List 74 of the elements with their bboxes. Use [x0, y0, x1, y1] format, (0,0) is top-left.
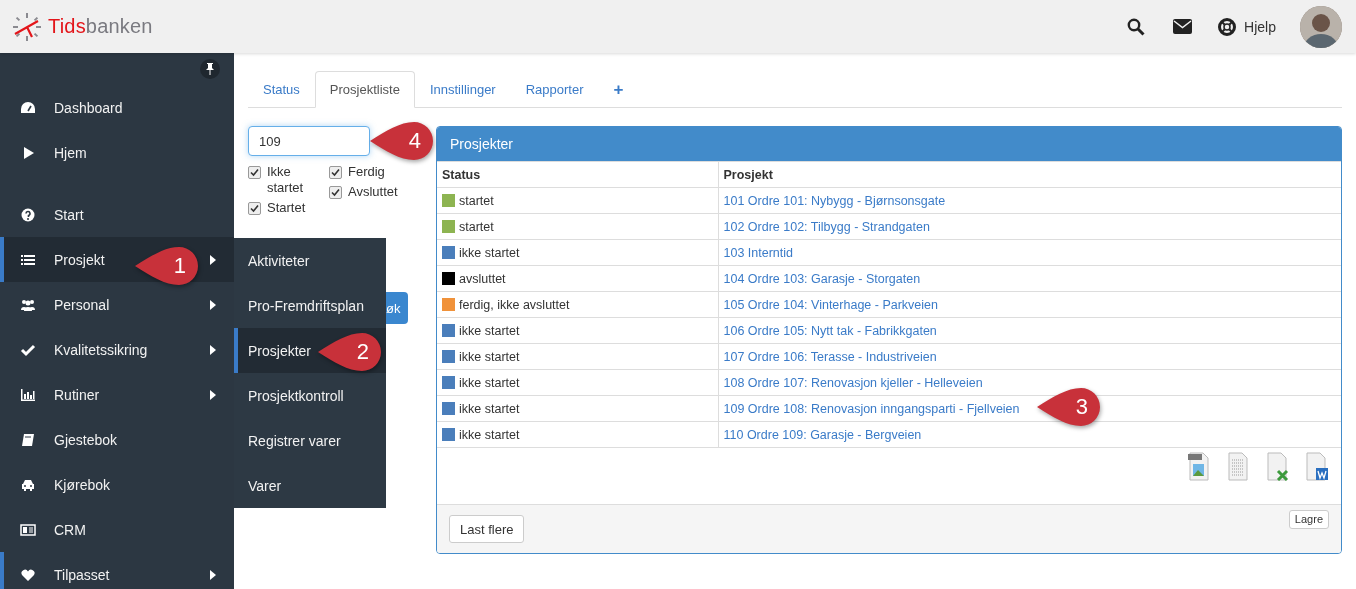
spreadsheet-file-icon[interactable] [1265, 452, 1290, 481]
status-text: ferdig, ikke avsluttet [459, 297, 570, 312]
status-text: ikke startet [459, 401, 520, 416]
sidebar-item[interactable]: Tilpasset [0, 552, 234, 589]
bar-chart-icon [20, 386, 36, 403]
search-icon[interactable] [1127, 17, 1146, 36]
checkbox[interactable] [248, 166, 261, 179]
tab[interactable]: Status [248, 71, 315, 108]
submenu-item[interactable]: Varer [234, 463, 386, 508]
sidebar-item[interactable]: Kjørebok [0, 462, 234, 507]
project-link[interactable]: 101 Ordre 101: Nybygg - Bjørnsonsgate [723, 193, 946, 208]
callout-badge: 1 [135, 246, 199, 286]
tab[interactable]: + [598, 71, 639, 108]
sidebar-item[interactable]: Start [0, 192, 234, 237]
image-file-icon[interactable] [1187, 452, 1212, 481]
tab[interactable]: Innstillinger [414, 71, 511, 108]
load-more-button[interactable]: Last flere [449, 515, 525, 543]
checkbox-label: Avsluttet [348, 184, 399, 200]
checkbox[interactable] [329, 166, 342, 179]
status-text: ikke startet [459, 349, 520, 364]
tab[interactable]: Prosjektliste [314, 71, 415, 108]
clock-logo-icon [12, 11, 42, 42]
callout-badge: 4 [370, 121, 434, 161]
mail-icon[interactable] [1173, 19, 1193, 34]
sidebar-item[interactable]: Hjem [0, 130, 234, 175]
project-link[interactable]: 106 Ordre 105: Nytt tak - Fabrikkgaten [723, 323, 937, 338]
sidebar-item[interactable]: CRM [0, 507, 234, 552]
checkbox[interactable] [248, 202, 261, 215]
sidebar-item[interactable]: Gjestebok [0, 417, 234, 462]
search-button[interactable]: øk [386, 292, 408, 324]
status-text: ikke startet [459, 375, 520, 390]
lifebuoy-icon [1218, 17, 1237, 36]
pin-icon [205, 63, 215, 75]
book-icon [20, 431, 36, 448]
project-link[interactable]: 110 Ordre 109: Garasje - Bergveien [723, 427, 922, 442]
dashboard-icon [20, 99, 36, 116]
project-link[interactable]: 107 Ordre 106: Terasse - Industriveien [723, 349, 937, 364]
status-text: startet [459, 219, 494, 234]
status-text: ikke startet [459, 323, 520, 338]
word-document-icon[interactable] [1304, 452, 1329, 481]
callout-badge: 2 [318, 332, 382, 372]
checkbox-label: Ikke startet [267, 164, 305, 196]
status-text: ikke startet [459, 245, 520, 260]
sidebar-item[interactable]: Kvalitetssikring [0, 327, 234, 372]
logo-text: Tidsbanken [48, 15, 153, 38]
status-text: startet [459, 193, 494, 208]
id-card-icon [20, 521, 36, 538]
save-button[interactable]: Lagre [1288, 509, 1329, 529]
tab[interactable]: Rapporter [510, 71, 599, 108]
submenu-item[interactable]: Aktiviteter [234, 238, 386, 283]
help-button[interactable]: Hjelp [1218, 17, 1276, 36]
help-icon [20, 206, 36, 223]
status-text: ikke startet [459, 427, 520, 442]
search-field[interactable]: 109 [248, 126, 370, 156]
project-link[interactable]: 103 Interntid [723, 245, 793, 260]
submenu-item[interactable]: Pro-Fremdriftsplan [234, 283, 386, 328]
column-header: Status [437, 161, 718, 188]
checkbox-label: Startet [267, 200, 307, 216]
project-link[interactable]: 104 Ordre 103: Garasje - Storgaten [723, 271, 921, 286]
checkbox-label: Ferdig [348, 164, 386, 180]
avatar[interactable] [1300, 5, 1342, 48]
submenu-item[interactable]: Prosjektkontroll [234, 373, 386, 418]
submenu-item[interactable]: Registrer varer [234, 418, 386, 463]
sidebar-item[interactable]: Rutiner [0, 372, 234, 417]
callout-badge: 3 [1037, 387, 1101, 427]
column-header: Prosjekt [718, 161, 1341, 188]
project-link[interactable]: 105 Ordre 104: Vinterhage - Parkveien [723, 297, 938, 312]
project-link[interactable]: 102 Ordre 102: Tilbygg - Strandgaten [723, 219, 930, 234]
pin-button[interactable] [200, 59, 220, 79]
status-text: avsluttet [459, 271, 506, 286]
sidebar-item[interactable]: Dashboard [0, 85, 234, 130]
checkbox[interactable] [329, 186, 342, 199]
project-link[interactable]: 109 Ordre 108: Renovasjon inngangsparti - Fjellveien [723, 401, 1020, 416]
panel-title: Prosjekter [437, 127, 1341, 161]
